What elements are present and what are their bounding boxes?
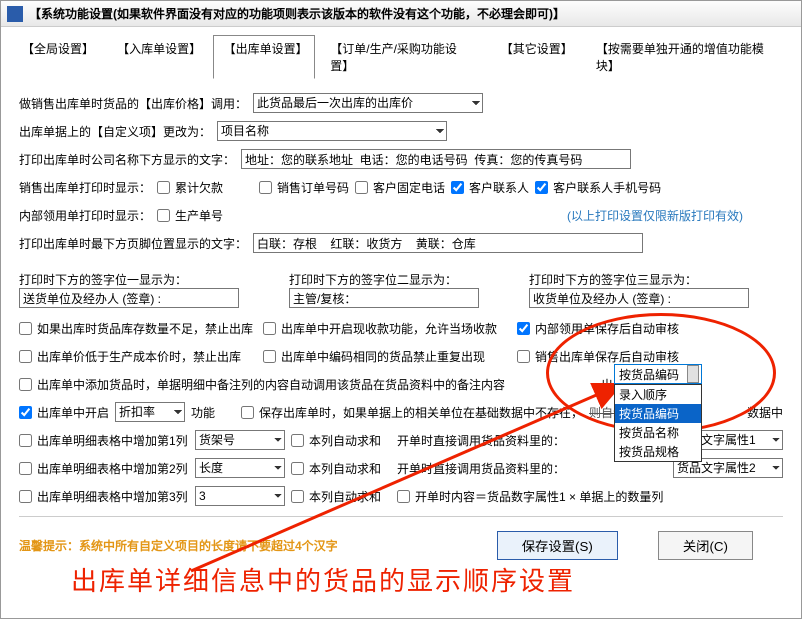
chk-col3-formula[interactable]: 开单时内容＝货品数字属性1 × 单据上的数量列	[397, 488, 663, 505]
sort-selected: 按货品编码	[619, 366, 679, 383]
sort-opt-0[interactable]: 录入顺序	[615, 385, 701, 404]
sign3-label: 打印时下方的签字位三显示为：	[529, 271, 759, 288]
close-button[interactable]: 关闭(C)	[658, 531, 753, 560]
chk-block-below-cost[interactable]: 出库单价低于生产成本价时，禁止出库	[19, 348, 249, 365]
page-footer-input[interactable]	[253, 233, 643, 253]
chk-auto-remark[interactable]: 出库单中添加货品时，单据明细中备注列的内容自动调用该货品在货品资料中的备注内容	[19, 376, 505, 393]
chk-extra-col1[interactable]: 出库单明细表格中增加第1列	[19, 432, 189, 449]
custom-field-label: 出库单据上的【自定义项】更改为：	[19, 123, 211, 140]
sign1-input[interactable]	[19, 288, 239, 308]
chk-contact[interactable]: 客户联系人	[451, 179, 529, 196]
chk-cust-phone[interactable]: 客户固定电话	[355, 179, 445, 196]
chk-block-no-stock[interactable]: 如果出库时货品库存数量不足，禁止出库	[19, 320, 249, 337]
sign3-input[interactable]	[529, 288, 749, 308]
chk-extra-col2[interactable]: 出库单明细表格中增加第2列	[19, 460, 189, 477]
chk-enable-discount[interactable]: 出库单中开启	[19, 404, 109, 421]
warm-tip: 温馨提示：系统中所有自定义项目的长度请不要超过4个汉字	[19, 537, 338, 554]
sign2-input[interactable]	[289, 288, 479, 308]
tab-addon[interactable]: 【按需要单独开通的增值功能模块】	[585, 35, 791, 79]
chk-contact-mobile[interactable]: 客户联系人手机号码	[535, 179, 661, 196]
chk-col3-sum[interactable]: 本列自动求和	[291, 488, 381, 505]
tab-outbound[interactable]: 【出库单设置】	[213, 35, 316, 79]
print-note: (以上打印设置仅限新版打印有效)	[567, 207, 743, 224]
company-footer-label: 打印出库单时公司名称下方显示的文字：	[19, 151, 235, 168]
chk-auto-audit-internal[interactable]: 内部领用单保存后自动审核	[517, 320, 679, 337]
window-title: 【系统功能设置(如果软件界面没有对应的功能项则表示该版本的软件没有这个功能，不必…	[29, 5, 565, 22]
extra-col3-select[interactable]: 3	[195, 486, 285, 506]
extra-col1-select[interactable]: 货架号	[195, 430, 285, 450]
sort-opt-2[interactable]: 按货品名称	[615, 423, 701, 442]
chk-auto-audit-sales[interactable]: 销售出库单保存后自动审核	[517, 348, 679, 365]
custom-field-select[interactable]: 项目名称	[217, 121, 447, 141]
price-source-select[interactable]: 此货品最后一次出库的出库价	[253, 93, 483, 113]
sort-dropdown-list[interactable]: 录入顺序 按货品编码 按货品名称 按货品规格	[614, 384, 702, 462]
save-button[interactable]: 保存设置(S)	[497, 531, 618, 560]
chk-cash-receive[interactable]: 出库单中开启现收款功能，允许当场收款	[263, 320, 503, 337]
after-text: 数据中	[747, 404, 783, 421]
page-footer-label: 打印出库单时最下方页脚位置显示的文字：	[19, 235, 247, 252]
chk-extra-col3[interactable]: 出库单明细表格中增加第3列	[19, 488, 189, 505]
col1-call-label: 开单时直接调用货品资料里的：	[397, 432, 565, 449]
col2-call-label: 开单时直接调用货品资料里的：	[397, 460, 565, 477]
extra-col2-select[interactable]: 长度	[195, 458, 285, 478]
chk-auto-create-base[interactable]: 保存出库单时，如果单据上的相关单位在基础数据中不存在，	[241, 404, 583, 421]
price-source-label: 做销售出库单时货品的【出库价格】调用：	[19, 95, 247, 112]
chk-block-dup-code[interactable]: 出库单中编码相同的货品禁止重复出现	[263, 348, 503, 365]
company-footer-input[interactable]	[241, 149, 631, 169]
tab-order[interactable]: 【订单/生产/采购功能设置】	[319, 35, 486, 79]
discount-tail: 功能	[191, 404, 215, 421]
tab-inbound[interactable]: 【入库单设置】	[106, 35, 209, 79]
annotation-text: 出库单详细信息中的货品的显示顺序设置	[71, 561, 575, 598]
tab-other[interactable]: 【其它设置】	[490, 35, 581, 79]
sort-opt-3[interactable]: 按货品规格	[615, 442, 701, 461]
app-icon	[7, 6, 23, 22]
chk-order-no[interactable]: 销售订单号码	[259, 179, 349, 196]
discount-type-select[interactable]: 折扣率	[115, 402, 185, 422]
sign1-label: 打印时下方的签字位一显示为：	[19, 271, 249, 288]
tab-global[interactable]: 【全局设置】	[11, 35, 102, 79]
sign2-label: 打印时下方的签字位二显示为：	[289, 271, 489, 288]
sales-print-label: 销售出库单打印时显示：	[19, 179, 151, 196]
chk-prod-no[interactable]: 生产单号	[157, 207, 223, 224]
chk-col2-sum[interactable]: 本列自动求和	[291, 460, 381, 477]
chk-arrears[interactable]: 累计欠款	[157, 179, 223, 196]
chk-col1-sum[interactable]: 本列自动求和	[291, 432, 381, 449]
internal-print-label: 内部领用单打印时显示：	[19, 207, 151, 224]
tab-bar: 【全局设置】 【入库单设置】 【出库单设置】 【订单/生产/采购功能设置】 【其…	[1, 27, 801, 79]
sort-dropdown[interactable]: 按货品编码 录入顺序 按货品编码 按货品名称 按货品规格	[614, 364, 702, 462]
titlebar: 【系统功能设置(如果软件界面没有对应的功能项则表示该版本的软件没有这个功能，不必…	[1, 1, 801, 27]
sort-opt-1[interactable]: 按货品编码	[615, 404, 701, 423]
